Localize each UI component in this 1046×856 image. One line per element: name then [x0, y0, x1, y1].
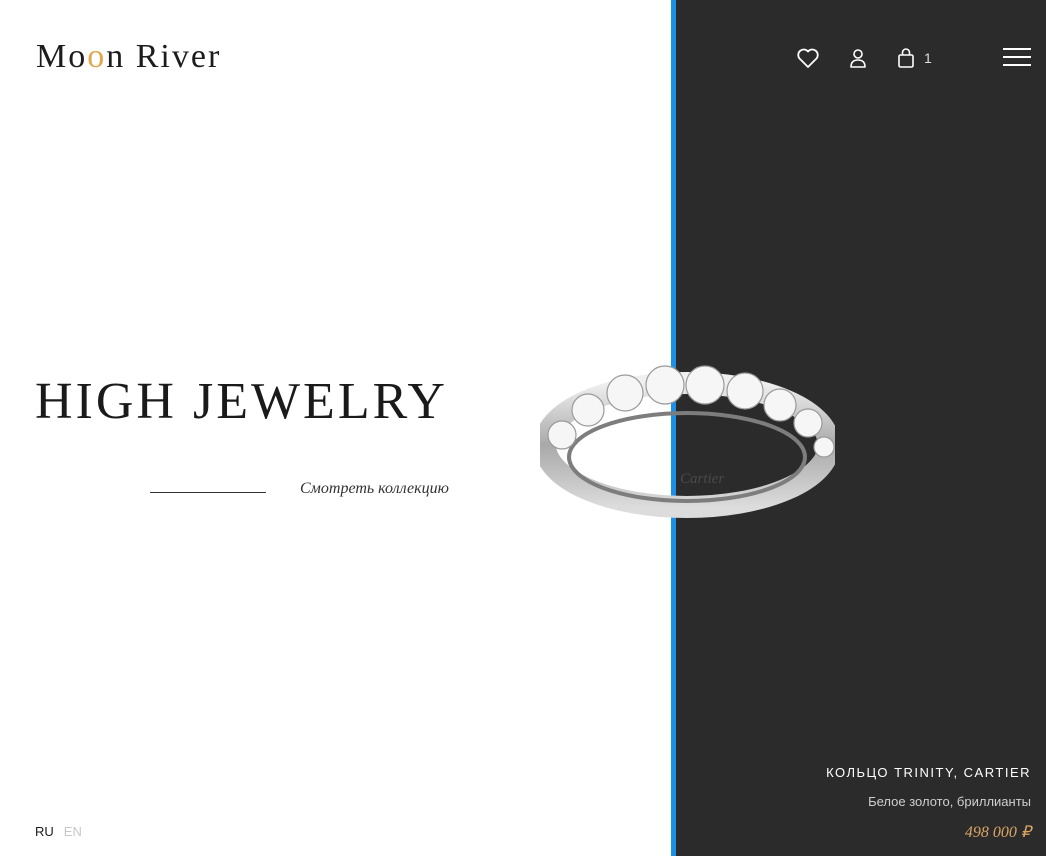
header-actions: 1	[796, 46, 932, 70]
heart-icon[interactable]	[796, 46, 820, 70]
ring-image: Cartier	[540, 365, 835, 518]
product-name[interactable]: КОЛЬЦО TRINITY, CARTIER	[826, 765, 1031, 780]
view-collection-link[interactable]: Смотреть коллекцию	[300, 480, 449, 498]
cta-line	[150, 492, 266, 493]
logo-text-part1: Mo	[36, 38, 88, 75]
lang-en[interactable]: EN	[64, 824, 82, 839]
hero-title: HIGH JEWELRY	[35, 373, 448, 430]
menu-icon[interactable]	[1003, 48, 1031, 66]
language-switcher: RU EN	[35, 824, 92, 839]
ring-engraving: Cartier	[680, 471, 724, 487]
logo[interactable]: Moon River	[36, 38, 221, 76]
cart-icon[interactable]	[894, 46, 918, 70]
cart-count: 1	[924, 50, 932, 66]
logo-text-part2: n River	[106, 38, 222, 75]
lang-ru[interactable]: RU	[35, 824, 54, 839]
product-price: 498 000 ₽	[964, 824, 1031, 841]
logo-text-gold: o	[87, 38, 107, 75]
user-icon[interactable]	[846, 46, 870, 70]
product-description: Белое золото, бриллианты	[868, 794, 1031, 809]
